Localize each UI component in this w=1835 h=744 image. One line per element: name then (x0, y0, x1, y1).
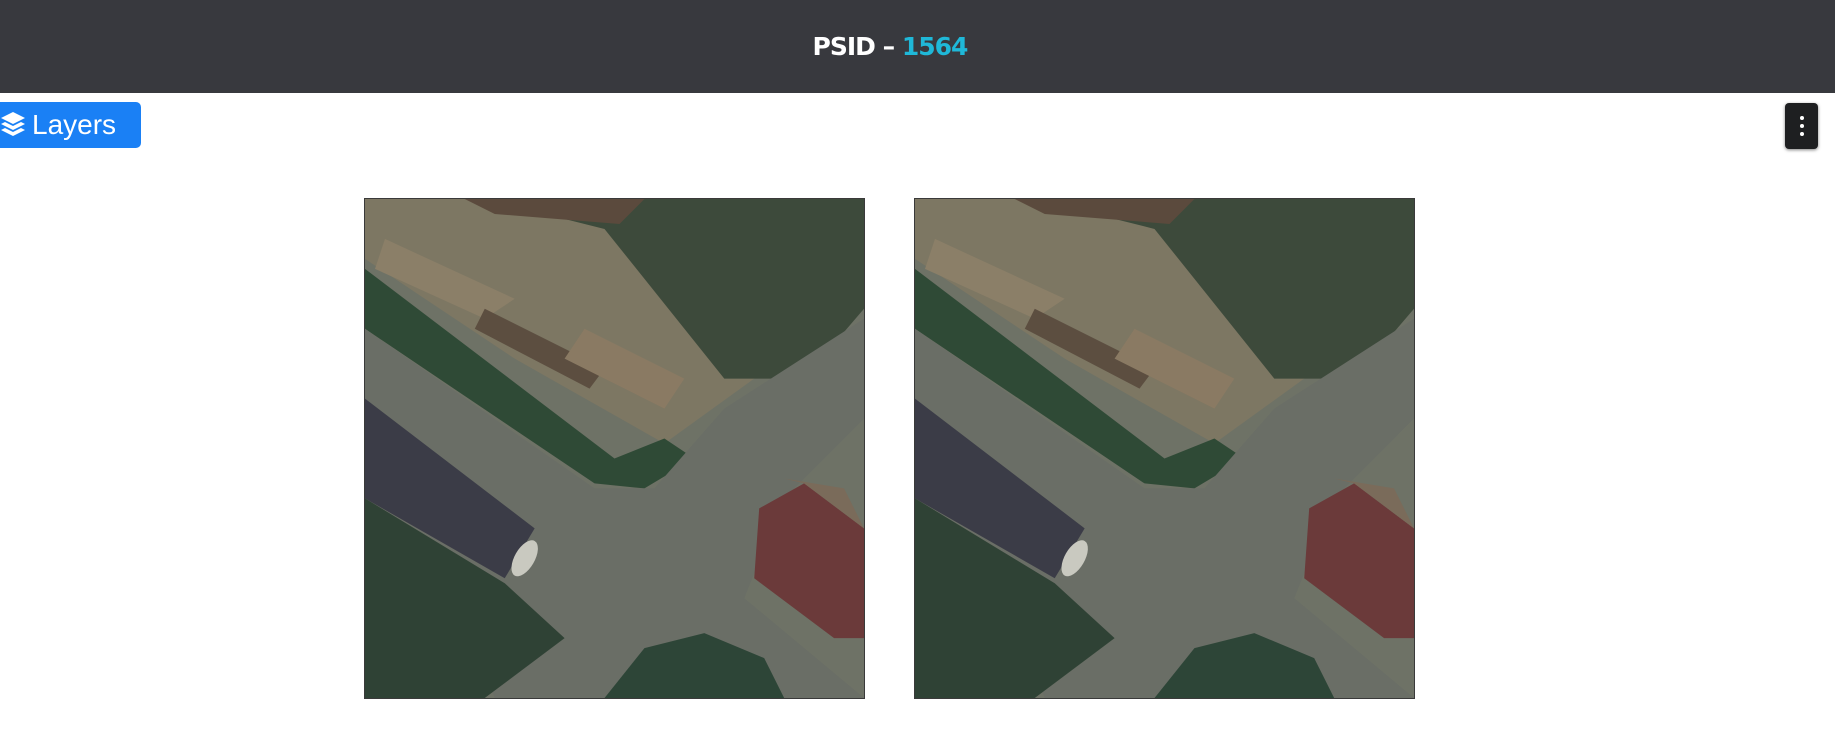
aerial-image-right-graphic (915, 199, 1414, 698)
layers-button-label: Layers (32, 109, 117, 140)
psid-value: 1564 (901, 32, 969, 61)
top-bar: PSID – 1564 (0, 0, 1835, 93)
layers-button[interactable]: Layers (0, 102, 141, 148)
aerial-image-left[interactable] (364, 198, 865, 699)
aerial-image-left-graphic (365, 199, 864, 698)
more-options-button[interactable] (1785, 103, 1818, 149)
page-title: PSID – 1564 (812, 32, 969, 61)
vertical-ellipsis-icon-dot (1799, 124, 1804, 128)
vertical-ellipsis-icon (1799, 116, 1804, 120)
aerial-image-right[interactable] (914, 198, 1415, 699)
layers-icon (0, 110, 26, 140)
vertical-ellipsis-icon-dot (1799, 132, 1804, 136)
title-prefix: PSID – (812, 32, 902, 61)
